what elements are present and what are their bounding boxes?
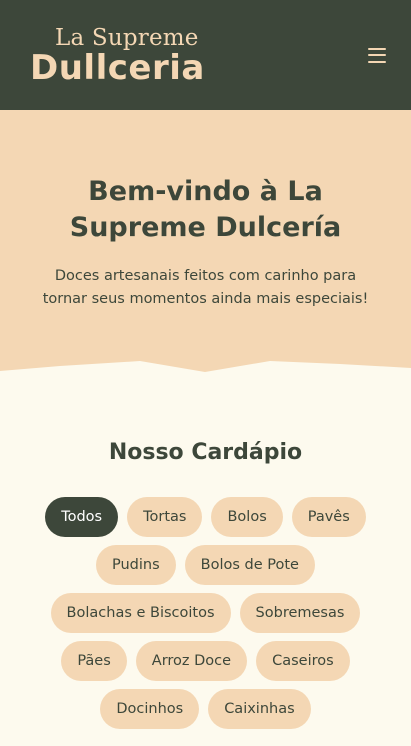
filter-chip[interactable]: Pudins bbox=[96, 545, 176, 585]
filter-chip[interactable]: Caseiros bbox=[256, 641, 350, 681]
filter-chip[interactable]: Docinhos bbox=[100, 689, 200, 729]
menu-title: Nosso Cardápio bbox=[108, 440, 303, 465]
filter-chip[interactable]: Caixinhas bbox=[208, 689, 311, 729]
menu-line bbox=[368, 54, 386, 56]
category-filters: Todos Tortas Bolos Pavês Pudins Bolos de Pote… bbox=[31, 497, 381, 729]
site-header: La Supreme Dullceria bbox=[0, 0, 411, 110]
logo-top-text: La Supreme bbox=[55, 25, 199, 51]
hero-subtitle: Doces artesanais feitos com carinho para… bbox=[42, 268, 369, 307]
hero-section: Bem-vindo à La Supreme Dulcería Doces ar… bbox=[0, 110, 411, 374]
filter-chip[interactable]: Tortas bbox=[127, 497, 203, 537]
menu-line bbox=[368, 60, 386, 63]
filter-chip[interactable]: Bolos de Pote bbox=[184, 545, 315, 585]
filter-chip[interactable]: Arroz Doce bbox=[135, 641, 248, 681]
brand-logo[interactable]: La Supreme Dullceria bbox=[30, 25, 205, 88]
filter-chip[interactable]: Bolachas e Biscoitos bbox=[50, 593, 231, 633]
filter-chip[interactable]: Sobremesas bbox=[239, 593, 361, 633]
hero-title: Bem-vindo à La Supreme Dulcería bbox=[69, 176, 342, 243]
menu-line bbox=[368, 47, 386, 50]
filter-chip[interactable]: Todos bbox=[45, 497, 119, 537]
filter-chip[interactable]: Bolos bbox=[211, 497, 283, 537]
filter-chip[interactable]: Pavês bbox=[291, 497, 366, 537]
menu-section: Nosso Cardápio Todos Tortas Bolos Pavês Pudi… bbox=[0, 374, 411, 729]
hero-wave-divider bbox=[0, 361, 411, 374]
hamburger-menu-icon[interactable] bbox=[368, 47, 386, 63]
logo-main-text: Dullceria bbox=[30, 48, 205, 88]
filter-chip[interactable]: Pães bbox=[61, 641, 127, 681]
